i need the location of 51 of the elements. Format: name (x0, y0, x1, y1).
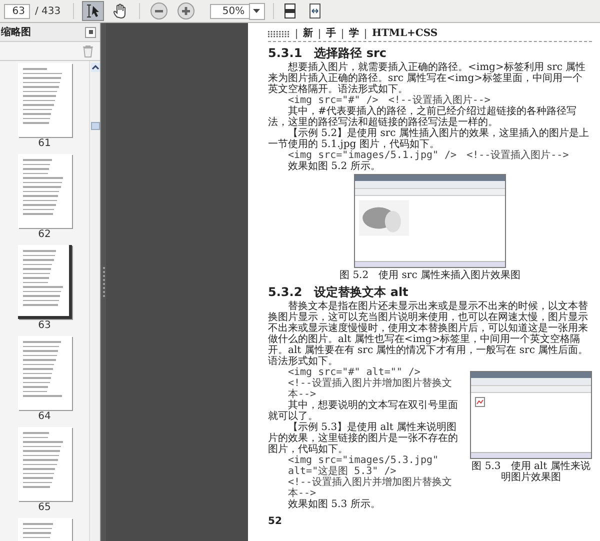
scroll-up-icon[interactable] (90, 63, 100, 72)
cursor-icon (84, 3, 101, 19)
scrollbar[interactable] (89, 61, 100, 541)
page-number-field[interactable]: 63 (4, 4, 30, 18)
hand-icon (112, 3, 128, 19)
thumbnail-label: 65 (38, 502, 51, 514)
page-count: / 433 (35, 6, 61, 16)
header-text: 学 (342, 29, 359, 39)
panel-title: 缩略图 (1, 26, 31, 39)
zoom-dropdown-button[interactable] (248, 2, 265, 20)
zoom-in-icon[interactable] (176, 2, 195, 20)
zoom-out-icon[interactable] (150, 2, 168, 20)
thumbnail-label: 61 (38, 138, 51, 150)
paragraph: 想要插入图片，就需要插入正确的路径。<img>标签利用 src 属性来为图片插入正确的路径。src 属性写在<img>标签里面，中间用一个英文空格隔开。语法形式如下。 (268, 62, 587, 95)
header-text: 新 (296, 29, 313, 39)
code-comment: <!--设置插入图片--> (466, 150, 569, 161)
fit-width-icon[interactable] (306, 3, 323, 19)
zoom-field[interactable]: 50% (210, 4, 250, 18)
caret-icon (253, 9, 260, 13)
dotted-logo-icon (268, 30, 290, 38)
fit-page-icon[interactable] (282, 3, 298, 19)
scrollbar-thumb[interactable] (90, 122, 100, 130)
code-comment: <!--设置插入图片--> (388, 95, 490, 106)
paragraph: 【示例 5.3】是使用 alt 属性来说明图片的效果，这里链接的图片是一张不存在的图片，代码如下。 (268, 422, 459, 455)
paragraph: 【示例 5.2】是使用 src 属性插入图片的效果，这里插入的图片是上一节使用的 5.1.jpg 图片，代码如下。 (268, 128, 590, 150)
thumbnail-label: 62 (38, 229, 51, 241)
figure-caption: 图 5.2 使用 src 属性来插入图片效果图 (340, 270, 520, 281)
code-text: <img src="images/5.1.jpg" /> (288, 150, 457, 161)
header-text: 手 (319, 29, 336, 39)
section-heading: 5.3.1 选择路径 src (268, 46, 388, 60)
paragraph: 效果如图 5.2 所示。 (287, 161, 382, 172)
paragraph: 替换文本是指在图片还未显示出来或是显示不出来的时候，以文本替换图片显示，这可以充当图片说明来使用，也可以在网速太慢，图片显示不出来或显示速度慢慢时，使用文本替换图片后，可以知道这是一张用来做什么的图片。alt 属性也写在<img>标签里，中间用一个英文空格隔开。alt 属性要在有 src 属性的情况下才有用，一般写在 src 属性后面。语法形式如下。 (268, 301, 590, 367)
select-tool-button[interactable] (82, 1, 104, 21)
code-text: <img src="#" /> (288, 95, 378, 106)
broken-image-icon (475, 397, 485, 407)
code-text: <img src="#" alt="" /> (288, 367, 420, 378)
oval-image-drawing (359, 200, 409, 236)
code-comment: <!--设置插入图片并增加图片替换文本--> (288, 477, 454, 499)
figure-caption: 图 5.3 使用 alt 属性来说明图片效果图 (470, 461, 592, 483)
section-heading: 5.3.2 设定替换文本 alt (268, 285, 410, 299)
page-thumbnail[interactable] (18, 245, 72, 319)
collapse-button[interactable] (85, 26, 96, 38)
header-text: HTML+CSS (365, 29, 438, 39)
code-text: <img src="images/5.3.jpg" alt="这是图 5.3" /> (288, 455, 440, 477)
paragraph: 其中，想要说明的文本写在双引号里面就可以了。 (268, 400, 459, 422)
paragraph: 其中，#代表要插入的路径，之前已经介绍过超链接的各种路径写法，这里的路径写法和超链接的路径写法是一样的。 (268, 106, 578, 128)
page-number: 52 (268, 516, 282, 527)
paragraph: 效果如图 5.3 所示。 (287, 499, 382, 510)
code-comment: <!--设置插入图片并增加图片替换文本--> (288, 378, 454, 400)
thumbnail-label: 64 (38, 411, 51, 423)
thumbnail-label: 63 (38, 320, 51, 332)
